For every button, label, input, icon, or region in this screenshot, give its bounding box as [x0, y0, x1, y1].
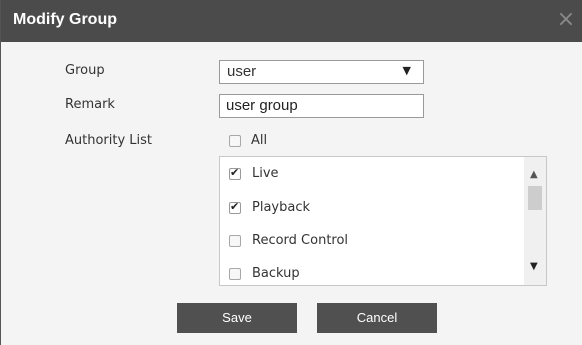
listbox-scrollbar[interactable]: ▲ ▼	[524, 157, 546, 285]
record-control-label: Record Control	[252, 233, 349, 248]
authority-listbox[interactable]: Live Playback Record Control Backup ▲ ▼	[219, 156, 547, 286]
backup-label: Backup	[252, 266, 300, 281]
group-select[interactable]: user ▼	[219, 60, 424, 84]
all-checkbox[interactable]	[229, 135, 241, 147]
live-checkbox[interactable]	[229, 166, 241, 180]
all-checkbox-label: All	[251, 133, 268, 148]
group-label: Group	[65, 63, 105, 78]
playback-checkbox[interactable]	[229, 200, 241, 214]
dialog-title: Modify Group	[13, 11, 117, 28]
scrollbar-thumb[interactable]	[528, 186, 542, 210]
scroll-down-icon[interactable]: ▼	[530, 261, 538, 272]
live-label: Live	[252, 166, 279, 181]
cancel-button[interactable]: Cancel	[317, 303, 437, 333]
playback-label: Playback	[252, 200, 311, 215]
backup-checkbox[interactable]	[229, 268, 241, 280]
group-select-value: user	[227, 63, 257, 80]
save-button[interactable]: Save	[177, 303, 297, 333]
remark-input[interactable]: user group	[219, 94, 424, 118]
remark-label: Remark	[65, 97, 115, 112]
authority-list-label: Authority List	[65, 133, 153, 148]
chevron-down-icon: ▼	[402, 64, 411, 77]
dialog-titlebar: Modify Group ×	[1, 0, 582, 42]
record-control-checkbox[interactable]	[229, 235, 241, 247]
close-icon[interactable]: ×	[555, 9, 577, 31]
scroll-up-icon[interactable]: ▲	[530, 169, 538, 180]
modify-group-dialog: Modify Group × Group user ▼ Remark user …	[0, 0, 582, 345]
